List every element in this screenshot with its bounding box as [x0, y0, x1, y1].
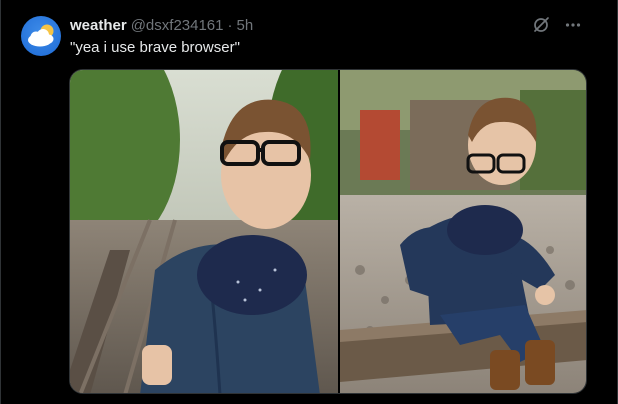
- more-options-icon[interactable]: [563, 15, 583, 35]
- tweet-text: "yea i use brave browser": [70, 39, 240, 56]
- photo-right-image: [339, 70, 586, 393]
- photo-left[interactable]: [70, 70, 338, 393]
- grok-icon[interactable]: [531, 15, 551, 35]
- tweet-media[interactable]: [69, 69, 587, 394]
- weather-cloud-sun-icon: [28, 24, 54, 47]
- avatar[interactable]: [21, 16, 61, 56]
- timestamp[interactable]: 5h: [237, 17, 254, 34]
- photo-left-image: [70, 70, 338, 393]
- separator-dot: ·: [227, 17, 233, 34]
- tweet-header: weather @dsxf234161 · 5h: [70, 17, 253, 37]
- author-handle[interactable]: @dsxf234161: [131, 17, 224, 34]
- tweet[interactable]: weather @dsxf234161 · 5h "yea i use brav…: [0, 0, 618, 404]
- author-name[interactable]: weather: [70, 17, 127, 34]
- tweet-actions-top: [531, 15, 583, 35]
- photo-right[interactable]: [337, 70, 586, 393]
